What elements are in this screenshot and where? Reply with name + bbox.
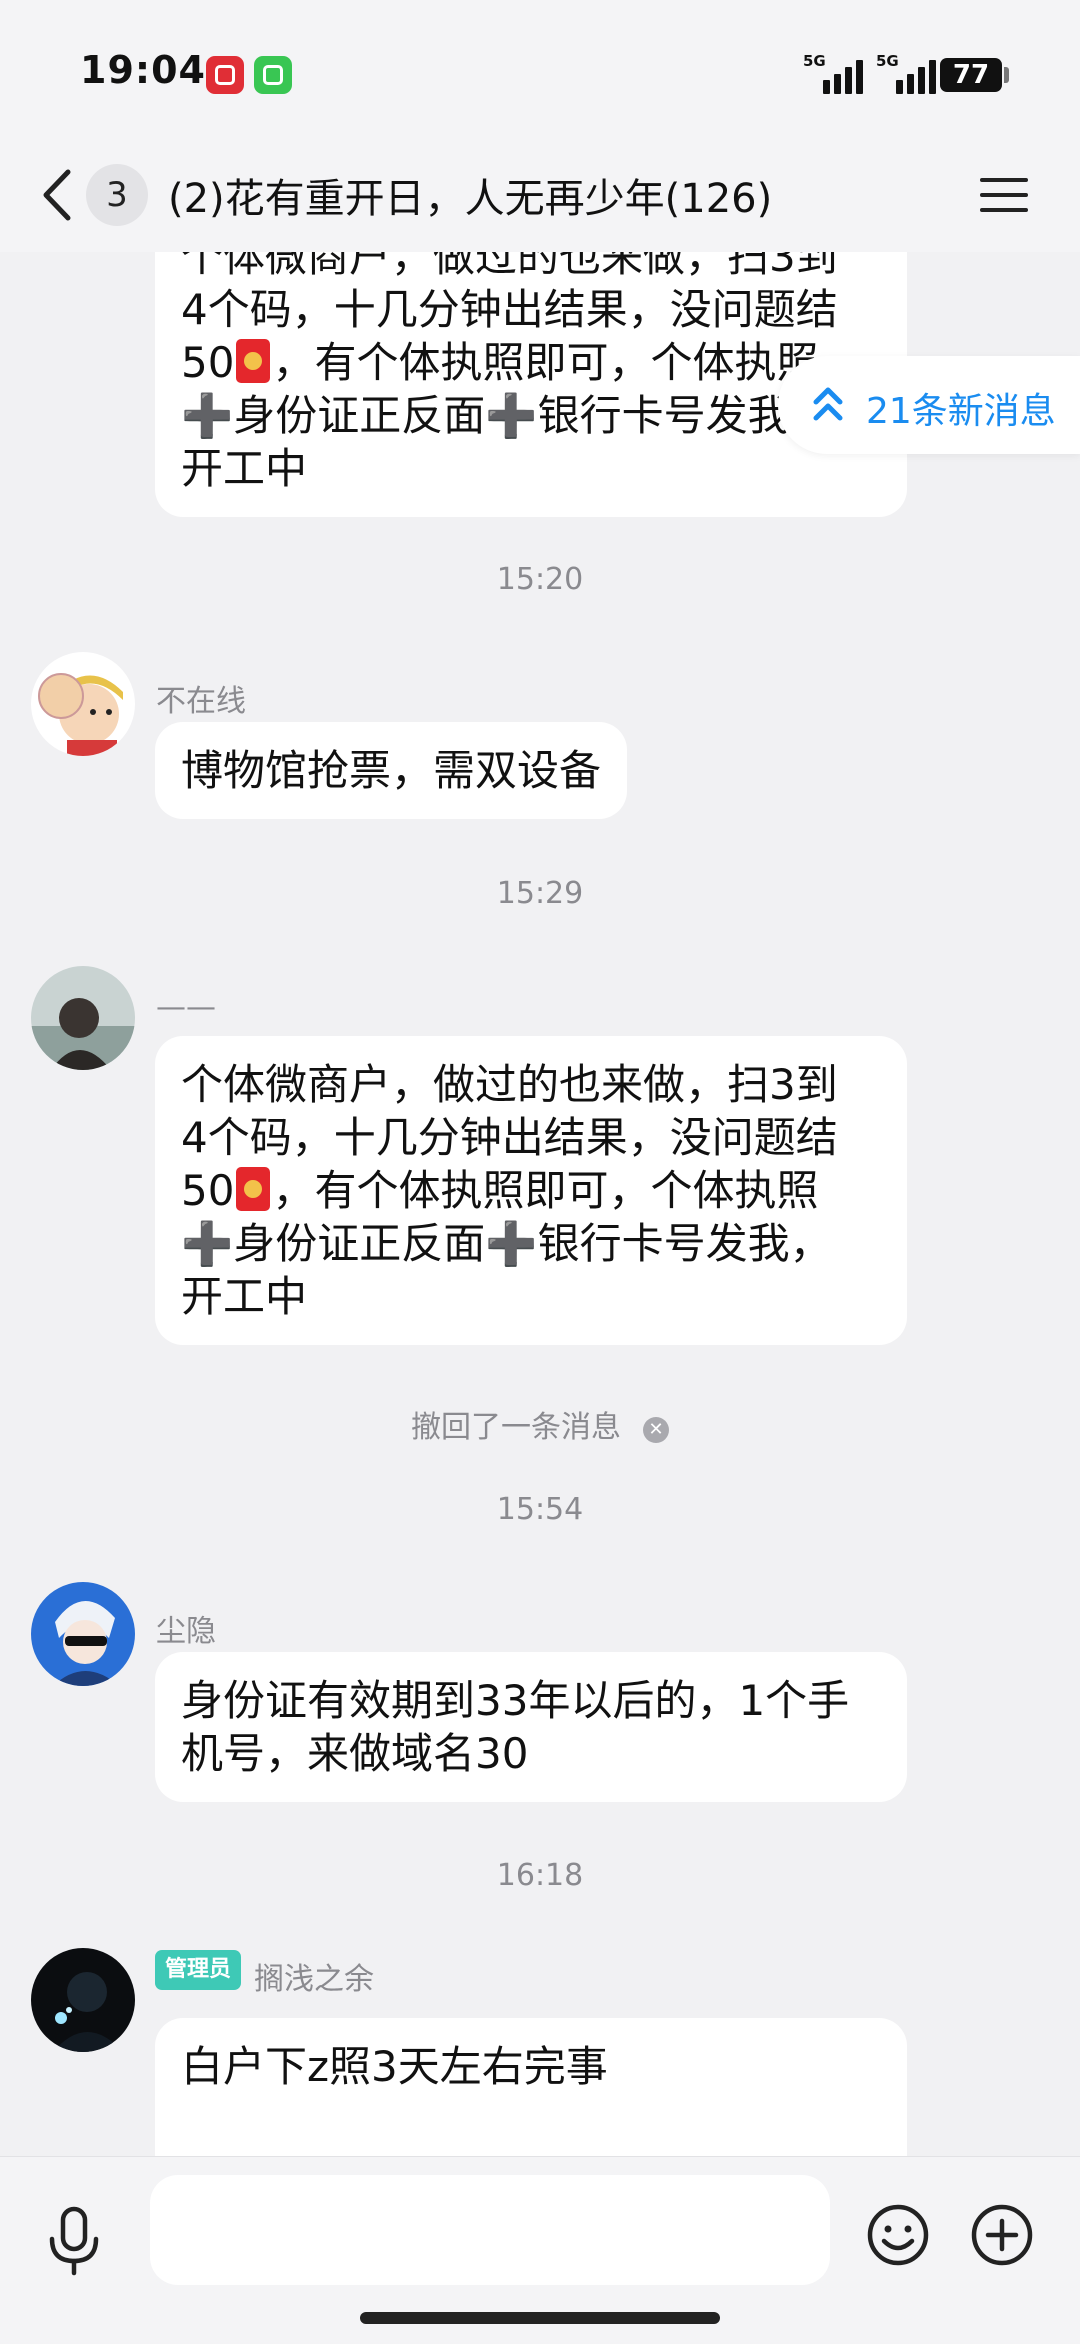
notification-app-icon-2	[254, 56, 292, 94]
amount: 50	[181, 338, 235, 387]
message-text: ，有个体执照即可，个体执照	[272, 338, 819, 387]
close-icon[interactable]: ✕	[643, 1417, 669, 1443]
chat-header: 3 (2)花有重开日，人无再少年(126)	[0, 140, 1080, 252]
emoji-icon[interactable]	[866, 2203, 930, 2267]
timestamp: 15:20	[496, 562, 584, 597]
new-messages-label: 21条新消息	[866, 391, 1056, 432]
notification-app-icon	[206, 56, 244, 94]
back-icon[interactable]	[36, 162, 86, 228]
sender-name: 搁浅之余	[254, 1962, 374, 1997]
message-text: 博物馆抢票，需双设备	[181, 746, 602, 795]
avatar-image	[31, 1948, 135, 2052]
timestamp: 15:54	[496, 1492, 584, 1527]
cellular-signal-icon: 5G	[803, 52, 873, 94]
message-list[interactable]: 个体微商户，做过的也来做，扫3到 4个码，十几分钟出结果，没问题结 50 ，有个体…	[0, 252, 1080, 2156]
message-line: 开工中	[181, 1272, 308, 1321]
sender-name: ——	[156, 990, 216, 1025]
status-bar: 19:04 5G 5G 77	[0, 0, 1080, 140]
message-bubble[interactable]: 白户下z照3天左右完事	[155, 2018, 907, 2156]
message-bubble[interactable]: 个体微商户，做过的也来做，扫3到 4个码，十几分钟出结果，没问题结 50 ，有个体…	[155, 1036, 907, 1345]
message-line: 4个码，十几分钟出结果，没问题结	[181, 285, 838, 334]
timestamp: 15:29	[496, 876, 584, 911]
cellular-signal-icon-2: 5G	[876, 52, 946, 94]
status-time: 19:04	[80, 48, 206, 92]
amount: 50	[181, 1166, 235, 1215]
message-line: 开工中	[181, 444, 308, 493]
sender-name: 尘隐	[156, 1614, 216, 1649]
menu-icon[interactable]	[980, 170, 1030, 220]
timestamp: 16:18	[496, 1858, 584, 1893]
avatar[interactable]	[31, 652, 135, 756]
new-messages-button[interactable]: 21条新消息	[778, 356, 1080, 454]
message-line: 个体微商户，做过的也来做，扫3到	[181, 252, 838, 281]
message-line: 个体微商户，做过的也来做，扫3到	[181, 1060, 838, 1109]
hongbao-icon	[236, 339, 271, 383]
home-indicator[interactable]	[360, 2312, 720, 2324]
chat-title[interactable]: (2)花有重开日，人无再少年(126)	[168, 166, 772, 224]
double-chevron-up-icon	[813, 387, 843, 421]
message-line: ➕身份证正反面➕银行卡号发我，	[181, 391, 832, 440]
hongbao-icon	[236, 1167, 271, 1211]
battery-tip	[1004, 67, 1009, 83]
avatar[interactable]	[31, 1582, 135, 1686]
sender-name: 不在线	[156, 684, 246, 719]
message-line: 白户下z照3天左右完事	[181, 2042, 608, 2091]
unread-count-badge[interactable]: 3	[86, 164, 148, 226]
battery-icon: 77	[940, 58, 1002, 92]
message-input[interactable]	[150, 2175, 830, 2285]
plus-icon[interactable]	[970, 2203, 1034, 2267]
recalled-text: 撤回了一条消息	[411, 1410, 621, 1445]
admin-badge: 管理员	[155, 1950, 241, 1990]
message-line: 50 ，有个体执照即可，个体执照	[181, 1164, 881, 1217]
message-line: 身份证有效期到33年以后的，1个手	[181, 1676, 850, 1725]
avatar[interactable]	[31, 966, 135, 1070]
recalled-notice: 撤回了一条消息 ✕	[0, 1402, 1080, 1446]
message-text: ，有个体执照即可，个体执照	[272, 1166, 819, 1215]
avatar-image	[31, 1582, 135, 1686]
message-bubble[interactable]: 身份证有效期到33年以后的，1个手 机号，来做域名30	[155, 1652, 907, 1802]
message-line: 50 ，有个体执照即可，个体执照	[181, 336, 881, 389]
avatar[interactable]	[31, 1948, 135, 2052]
message-line: 4个码，十几分钟出结果，没问题结	[181, 1113, 838, 1162]
avatar-image	[31, 966, 135, 1070]
mic-icon[interactable]	[44, 2205, 104, 2277]
message-line: ➕身份证正反面➕银行卡号发我，	[181, 1219, 832, 1268]
message-bubble[interactable]: 博物馆抢票，需双设备	[155, 722, 628, 819]
avatar-image	[31, 652, 135, 756]
message-line: 机号，来做域名30	[181, 1729, 529, 1778]
